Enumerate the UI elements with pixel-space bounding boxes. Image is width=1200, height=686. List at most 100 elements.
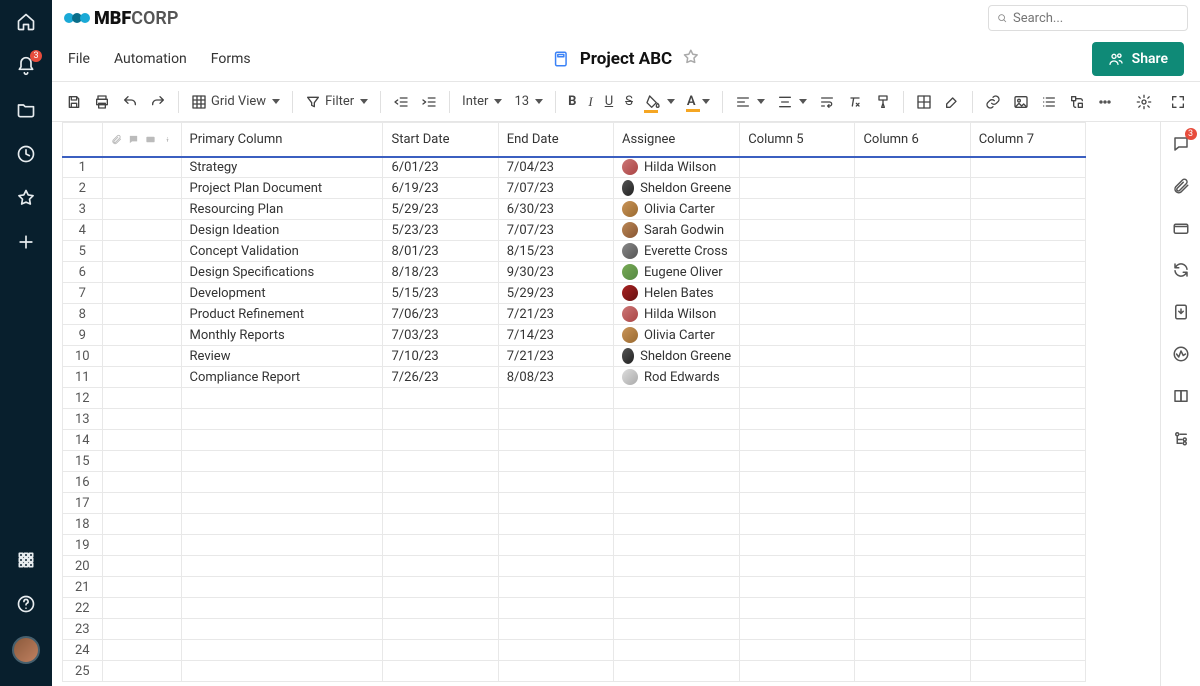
- col-header-assignee[interactable]: Assignee: [613, 123, 739, 157]
- highlight-button[interactable]: [940, 92, 964, 112]
- view-selector[interactable]: Grid View: [187, 92, 284, 112]
- cell-start[interactable]: 6/19/23: [383, 178, 498, 199]
- cell-c6[interactable]: [855, 220, 970, 241]
- org-panel-icon[interactable]: [1171, 428, 1191, 448]
- cell-c7[interactable]: [970, 241, 1085, 262]
- cell-end[interactable]: 8/15/23: [498, 241, 613, 262]
- cell-c7[interactable]: [970, 409, 1085, 430]
- cell-start[interactable]: 7/06/23: [383, 304, 498, 325]
- cell-primary[interactable]: [181, 535, 383, 556]
- col-header-end[interactable]: End Date: [498, 123, 613, 157]
- document-title[interactable]: Project ABC: [580, 49, 672, 69]
- link-button[interactable]: [981, 92, 1005, 112]
- cell-c5[interactable]: [740, 577, 855, 598]
- col-header-7[interactable]: Column 7: [970, 123, 1085, 157]
- cell-assignee[interactable]: [613, 472, 739, 493]
- cell-c5[interactable]: [740, 556, 855, 577]
- list-button[interactable]: [1037, 92, 1061, 112]
- cell-c5[interactable]: [740, 220, 855, 241]
- cell-primary[interactable]: [181, 598, 383, 619]
- cell-c5[interactable]: [740, 325, 855, 346]
- cell-primary[interactable]: Concept Validation: [181, 241, 383, 262]
- cell-c7[interactable]: [970, 493, 1085, 514]
- cell-start[interactable]: [383, 577, 498, 598]
- cell-primary[interactable]: [181, 640, 383, 661]
- refresh-panel-icon[interactable]: [1171, 260, 1191, 280]
- cell-c5[interactable]: [740, 514, 855, 535]
- apps-icon[interactable]: [14, 548, 38, 572]
- cell-c5[interactable]: [740, 661, 855, 682]
- settings-button[interactable]: [1132, 92, 1156, 112]
- cell-primary[interactable]: [181, 430, 383, 451]
- cell-c5[interactable]: [740, 346, 855, 367]
- table-row[interactable]: 18: [63, 514, 1086, 535]
- strikethrough-button[interactable]: S: [621, 92, 637, 111]
- cell-c6[interactable]: [855, 199, 970, 220]
- cell-c7[interactable]: [970, 304, 1085, 325]
- text-color-button[interactable]: A: [683, 92, 714, 111]
- cell-primary[interactable]: [181, 556, 383, 577]
- col-header-6[interactable]: Column 6: [855, 123, 970, 157]
- cell-end[interactable]: [498, 577, 613, 598]
- cell-start[interactable]: [383, 493, 498, 514]
- cell-end[interactable]: [498, 640, 613, 661]
- cell-c7[interactable]: [970, 451, 1085, 472]
- cell-assignee[interactable]: [613, 514, 739, 535]
- redo-button[interactable]: [146, 92, 170, 112]
- table-row[interactable]: 13: [63, 409, 1086, 430]
- favorite-toggle[interactable]: [682, 48, 700, 70]
- cell-start[interactable]: [383, 514, 498, 535]
- table-row[interactable]: 4Design Ideation5/23/237/07/23Sarah Godw…: [63, 220, 1086, 241]
- cell-primary[interactable]: Strategy: [181, 157, 383, 178]
- col-header-primary[interactable]: Primary Column: [181, 123, 383, 157]
- cell-c7[interactable]: [970, 388, 1085, 409]
- cell-c6[interactable]: [855, 535, 970, 556]
- cell-primary[interactable]: [181, 409, 383, 430]
- cell-c6[interactable]: [855, 430, 970, 451]
- cell-c5[interactable]: [740, 157, 855, 178]
- cell-c7[interactable]: [970, 199, 1085, 220]
- cell-primary[interactable]: [181, 619, 383, 640]
- cell-end[interactable]: 8/08/23: [498, 367, 613, 388]
- cell-c5[interactable]: [740, 199, 855, 220]
- cell-start[interactable]: [383, 430, 498, 451]
- cell-end[interactable]: [498, 661, 613, 682]
- cell-c7[interactable]: [970, 220, 1085, 241]
- docs-panel-icon[interactable]: [1171, 386, 1191, 406]
- table-row[interactable]: 22: [63, 598, 1086, 619]
- cell-primary[interactable]: [181, 451, 383, 472]
- cell-end[interactable]: [498, 493, 613, 514]
- cell-c7[interactable]: [970, 472, 1085, 493]
- cell-primary[interactable]: [181, 514, 383, 535]
- col-header-5[interactable]: Column 5: [740, 123, 855, 157]
- grid-scroll-area[interactable]: Primary Column Start Date End Date Assig…: [52, 122, 1160, 686]
- cell-start[interactable]: 6/01/23: [383, 157, 498, 178]
- share-button[interactable]: Share: [1092, 42, 1184, 76]
- cell-end[interactable]: [498, 619, 613, 640]
- cell-c5[interactable]: [740, 598, 855, 619]
- cell-c6[interactable]: [855, 283, 970, 304]
- cell-c7[interactable]: [970, 640, 1085, 661]
- cell-assignee[interactable]: [613, 430, 739, 451]
- menu-file[interactable]: File: [68, 51, 90, 67]
- cell-end[interactable]: 5/29/23: [498, 283, 613, 304]
- cell-start[interactable]: [383, 640, 498, 661]
- col-header-start[interactable]: Start Date: [383, 123, 498, 157]
- cell-end[interactable]: 7/21/23: [498, 304, 613, 325]
- cell-start[interactable]: 7/10/23: [383, 346, 498, 367]
- table-row[interactable]: 6Design Specifications8/18/239/30/23Euge…: [63, 262, 1086, 283]
- cell-end[interactable]: [498, 388, 613, 409]
- user-avatar[interactable]: [12, 636, 40, 664]
- cell-c5[interactable]: [740, 241, 855, 262]
- table-row[interactable]: 16: [63, 472, 1086, 493]
- cell-start[interactable]: 8/01/23: [383, 241, 498, 262]
- table-row[interactable]: 17: [63, 493, 1086, 514]
- cell-end[interactable]: [498, 598, 613, 619]
- undo-button[interactable]: [118, 92, 142, 112]
- cell-c6[interactable]: [855, 661, 970, 682]
- cell-assignee[interactable]: Everette Cross: [613, 241, 739, 262]
- cell-c5[interactable]: [740, 283, 855, 304]
- favorites-icon[interactable]: [14, 186, 38, 210]
- cell-c7[interactable]: [970, 178, 1085, 199]
- cell-start[interactable]: [383, 472, 498, 493]
